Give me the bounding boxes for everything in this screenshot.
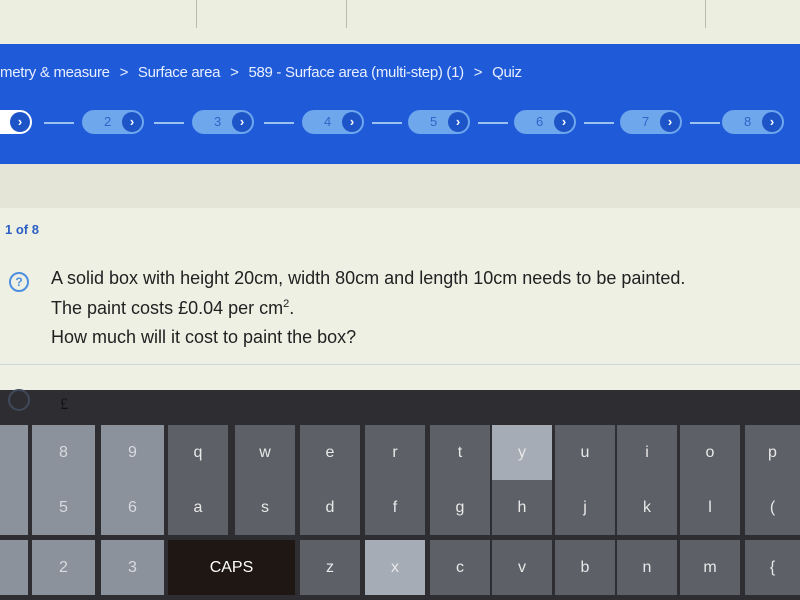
key-l[interactable]: l [680,480,740,535]
content-band [0,164,800,208]
step-connector [584,122,614,124]
key-v[interactable]: v [492,540,552,595]
key-q[interactable]: q [168,425,228,480]
key-8[interactable]: 8 [32,425,95,480]
chevron-right-icon: › [122,112,142,132]
question-line-3: How much will it cost to paint the box? [51,327,357,347]
key-b[interactable]: b [555,540,615,595]
answer-currency-prefix: £ [60,396,68,413]
key-n[interactable]: n [617,540,677,595]
quiz-header [0,44,800,164]
breadcrumb-separator: > [119,64,129,81]
tab-divider [705,0,706,28]
key-partial[interactable] [0,425,28,480]
key-o[interactable]: o [680,425,740,480]
tab-divider [196,0,197,28]
key-s[interactable]: s [235,480,295,535]
step-6[interactable]: 6 › [514,110,576,134]
key-partial[interactable] [0,480,28,535]
question-help-icon[interactable]: ? [9,272,29,292]
breadcrumb-separator: > [473,64,483,81]
chevron-right-icon: › [342,112,362,132]
key-3[interactable]: 3 [101,540,164,595]
key-paren[interactable]: ( [745,480,800,535]
key-k[interactable]: k [617,480,677,535]
step-3[interactable]: 3 › [192,110,254,134]
chevron-right-icon: › [10,112,30,132]
key-w[interactable]: w [235,425,295,480]
question-counter: 1 of 8 [5,222,39,237]
step-connector [372,122,402,124]
question-line-2: The paint costs £0.04 per cm2. [51,298,295,318]
key-9[interactable]: 9 [101,425,164,480]
key-6[interactable]: 6 [101,480,164,535]
key-i[interactable]: i [617,425,677,480]
breadcrumb-surface-area[interactable]: Surface area [138,64,221,81]
question-line-1: A solid box with height 20cm, width 80cm… [51,268,686,288]
key-x[interactable]: x [365,540,425,595]
breadcrumb-geometry[interactable]: metry & measure [0,64,110,81]
key-g[interactable]: g [430,480,490,535]
key-z[interactable]: z [300,540,360,595]
question-stepper: › 2 › 3 › 4 › 5 › 6 › 7 › 8 › [0,110,800,136]
key-u[interactable]: u [555,425,615,480]
step-connector [478,122,508,124]
step-8[interactable]: 8 › [722,110,784,134]
key-c[interactable]: c [430,540,490,595]
chevron-right-icon: › [448,112,468,132]
chevron-right-icon: › [232,112,252,132]
tab-divider [346,0,347,28]
key-5[interactable]: 5 [32,480,95,535]
key-d[interactable]: d [300,480,360,535]
chevron-right-icon: › [554,112,574,132]
key-r[interactable]: r [365,425,425,480]
key-m[interactable]: m [680,540,740,595]
key-partial[interactable] [0,540,28,595]
breadcrumb-quiz[interactable]: Quiz [492,64,522,81]
key-y[interactable]: y [492,425,552,480]
key-caps[interactable]: CAPS [168,540,295,595]
step-connector [264,122,294,124]
key-2[interactable]: 2 [32,540,95,595]
step-5[interactable]: 5 › [408,110,470,134]
step-4[interactable]: 4 › [302,110,364,134]
key-a[interactable]: a [168,480,228,535]
step-connector [154,122,184,124]
chevron-right-icon: › [660,112,680,132]
step-connector [690,122,720,124]
key-brace[interactable]: { [745,540,800,595]
key-p[interactable]: p [745,425,800,480]
breadcrumb-lesson[interactable]: 589 - Surface area (multi-step) (1) [248,64,464,81]
key-j[interactable]: j [555,480,615,535]
divider [0,364,800,365]
step-7[interactable]: 7 › [620,110,682,134]
step-2[interactable]: 2 › [82,110,144,134]
key-e[interactable]: e [300,425,360,480]
key-h[interactable]: h [492,480,552,535]
breadcrumb: metry & measure > Surface area > 589 - S… [0,64,528,81]
key-t[interactable]: t [430,425,490,480]
step-1[interactable]: › [0,110,32,134]
key-f[interactable]: f [365,480,425,535]
breadcrumb-separator: > [230,64,239,81]
keyboard-toggle-icon[interactable] [8,389,30,411]
step-connector [44,122,74,124]
chevron-right-icon: › [762,112,782,132]
